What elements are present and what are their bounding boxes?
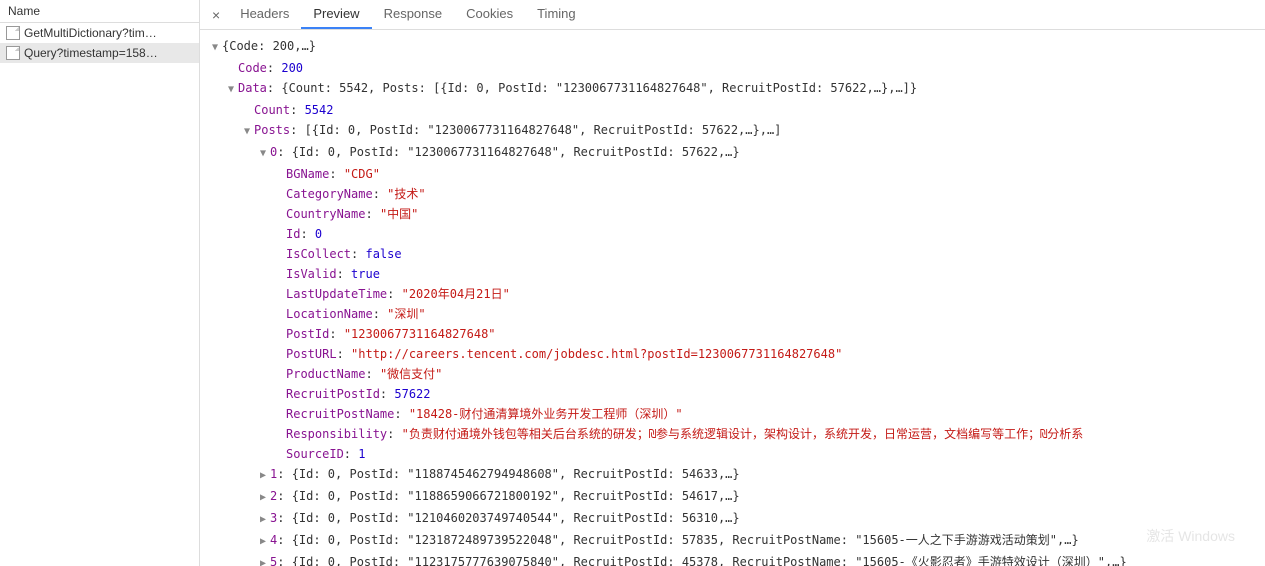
tree-row[interactable]: ▼Posts: [{Id: 0, PostId: "12300677311648… [204,120,1261,142]
tree-row[interactable]: ▼0: {Id: 0, PostId: "1230067731164827648… [204,142,1261,164]
tab-headers[interactable]: Headers [228,0,301,29]
tree-row[interactable]: IsCollect: false [204,244,1261,264]
tree-row[interactable]: ▶1: {Id: 0, PostId: "1188745462794948608… [204,464,1261,486]
tabs-row: × HeadersPreviewResponseCookiesTiming [200,0,1265,30]
tree-row[interactable]: Responsibility: "负责财付通境外钱包等相关后台系统的研发；₪参与… [204,424,1261,444]
tree-row[interactable]: RecruitPostName: "18428-财付通清算境外业务开发工程师（深… [204,404,1261,424]
tab-response[interactable]: Response [372,0,455,29]
close-icon[interactable]: × [204,1,228,29]
tree-row[interactable]: BGName: "CDG" [204,164,1261,184]
tab-timing[interactable]: Timing [525,0,588,29]
tree-row[interactable]: LocationName: "深圳" [204,304,1261,324]
toggle-icon[interactable]: ▶ [260,510,270,530]
tree-row[interactable]: ▶4: {Id: 0, PostId: "1231872489739522048… [204,530,1261,552]
tree-row[interactable]: Id: 0 [204,224,1261,244]
tree-row[interactable]: PostURL: "http://careers.tencent.com/job… [204,344,1261,364]
tree-row[interactable]: LastUpdateTime: "2020年04月21日" [204,284,1261,304]
tree-row[interactable]: SourceID: 1 [204,444,1261,464]
tree-row[interactable]: Count: 5542 [204,100,1261,120]
toggle-icon[interactable]: ▶ [260,488,270,508]
request-item[interactable]: GetMultiDictionary?tim… [0,23,199,43]
request-item-label: Query?timestamp=158… [24,46,158,60]
tab-preview[interactable]: Preview [301,0,371,29]
request-item[interactable]: Query?timestamp=158… [0,43,199,63]
tree-row[interactable]: ▼{Code: 200,…} [204,36,1261,58]
tree-row[interactable]: CategoryName: "技术" [204,184,1261,204]
network-requests-panel: Name GetMultiDictionary?tim… Query?timest… [0,0,200,566]
toggle-icon[interactable]: ▶ [260,554,270,566]
tree-row[interactable]: ▼Data: {Count: 5542, Posts: [{Id: 0, Pos… [204,78,1261,100]
tree-row[interactable]: IsValid: true [204,264,1261,284]
tree-row[interactable]: CountryName: "中国" [204,204,1261,224]
tree-row[interactable]: ▶3: {Id: 0, PostId: "1210460203749740544… [204,508,1261,530]
file-icon [6,46,20,60]
tree-row[interactable]: ▶2: {Id: 0, PostId: "1188659066721800192… [204,486,1261,508]
detail-panel: × HeadersPreviewResponseCookiesTiming ▼{… [200,0,1265,566]
toggle-icon[interactable]: ▼ [260,144,270,164]
tree-row[interactable]: ▶5: {Id: 0, PostId: "1123175777639075840… [204,552,1261,566]
file-icon [6,26,20,40]
toggle-icon[interactable]: ▼ [228,80,238,100]
toggle-icon[interactable]: ▼ [244,122,254,142]
json-preview-tree[interactable]: ▼{Code: 200,…}Code: 200▼Data: {Count: 55… [200,30,1265,566]
tab-cookies[interactable]: Cookies [454,0,525,29]
toggle-icon[interactable]: ▶ [260,532,270,552]
toggle-icon[interactable]: ▶ [260,466,270,486]
tree-row[interactable]: ProductName: "微信支付" [204,364,1261,384]
name-column-header: Name [0,0,199,23]
tree-row[interactable]: Code: 200 [204,58,1261,78]
request-item-label: GetMultiDictionary?tim… [24,26,157,40]
tree-row[interactable]: RecruitPostId: 57622 [204,384,1261,404]
tree-row[interactable]: PostId: "1230067731164827648" [204,324,1261,344]
toggle-icon[interactable]: ▼ [212,38,222,58]
